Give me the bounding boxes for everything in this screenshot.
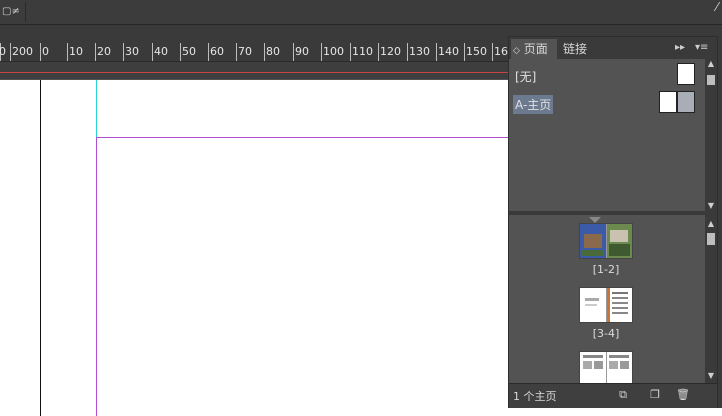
ruler-label: 150: [466, 45, 487, 58]
control-bar: ▢≠ ⁄: [0, 0, 722, 25]
ruler-label: 0: [42, 45, 49, 58]
master-item-a[interactable]: A-主页: [509, 89, 705, 117]
eyedropper-icon[interactable]: ⁄: [716, 0, 718, 14]
ruler-label: 30: [125, 45, 139, 58]
scroll-thumb[interactable]: [707, 233, 715, 245]
new-page-icon[interactable]: ❐: [647, 388, 663, 402]
ruler-label: 80: [266, 45, 280, 58]
ruler-label: 200: [12, 45, 33, 58]
spread-thumbnail[interactable]: [579, 351, 633, 383]
bleed-guide: [96, 80, 97, 137]
panel-menu-icon[interactable]: ▾≡: [695, 39, 708, 57]
edit-page-size-icon[interactable]: ⧉: [615, 388, 631, 402]
ruler-label: 110: [352, 45, 373, 58]
tab-pages-label: 页面: [523, 42, 548, 56]
ruler-label: 10: [69, 45, 83, 58]
pages-panel-footer: 1 个主页 ⧉ ❐ 🗑: [509, 383, 717, 408]
tab-links[interactable]: 链接: [559, 39, 599, 59]
tab-pages[interactable]: ◇ 页面: [511, 39, 557, 59]
scroll-up-icon[interactable]: ▲: [706, 219, 716, 229]
page-count: 1 个主页: [513, 390, 557, 403]
ruler-label: 0: [0, 45, 6, 58]
ruler-label: 20: [97, 45, 111, 58]
spread-thumbnail[interactable]: [579, 287, 633, 323]
trash-icon[interactable]: 🗑: [675, 388, 691, 402]
master-thumbnail-left: [659, 91, 677, 113]
master-thumbnail-right: [677, 91, 695, 113]
spread-label: [1-2]: [592, 263, 620, 276]
ruler-label: 60: [210, 45, 224, 58]
page-edge-line: [40, 80, 41, 416]
master-label: [无]: [515, 70, 537, 84]
spread-fold: [606, 352, 607, 383]
spread-fold: [606, 288, 607, 322]
ruler-label: 130: [409, 45, 430, 58]
ruler-label: 70: [238, 45, 252, 58]
margin-guide-vertical: [96, 137, 97, 416]
master-thumbnail: [677, 63, 695, 85]
ruler-label: 50: [182, 45, 196, 58]
ruler-label: 140: [438, 45, 459, 58]
frame-fitting-icon[interactable]: ▢≠: [0, 2, 26, 22]
master-label: A-主页: [513, 95, 554, 114]
scroll-down-icon[interactable]: ▼: [706, 371, 716, 381]
scroll-down-icon[interactable]: ▼: [706, 201, 716, 211]
tab-sort-icon: ◇: [513, 46, 520, 56]
document-pages-list: [1-2] [3-4]: [509, 215, 705, 383]
pages-panel-scrollbar[interactable]: ▲ ▼ ▲ ▼: [705, 59, 717, 383]
spread-label: [3-4]: [592, 327, 620, 340]
tab-links-label: 链接: [563, 42, 588, 56]
master-pages-list: [无] A-主页: [509, 59, 717, 211]
master-item-none[interactable]: [无]: [509, 61, 705, 89]
ruler-label: 16: [494, 45, 508, 58]
ruler-label: 90: [295, 45, 309, 58]
collapse-arrows-icon[interactable]: ▸▸: [675, 39, 685, 57]
spread-fold: [606, 224, 607, 258]
panel-tab-bar: ◇ 页面 链接 ▸▸ ▾≡: [509, 37, 717, 60]
ruler-label: 40: [154, 45, 168, 58]
spread-thumbnail[interactable]: [579, 223, 633, 259]
ruler-label: 100: [323, 45, 344, 58]
scroll-up-icon[interactable]: ▲: [706, 59, 716, 69]
scroll-thumb[interactable]: [707, 75, 715, 85]
ruler-label: 120: [380, 45, 401, 58]
pages-panel: ◇ 页面 链接 ▸▸ ▾≡ [无] A-主页 [1-2] [3-4] ▲ ▼ ▲…: [508, 36, 718, 408]
